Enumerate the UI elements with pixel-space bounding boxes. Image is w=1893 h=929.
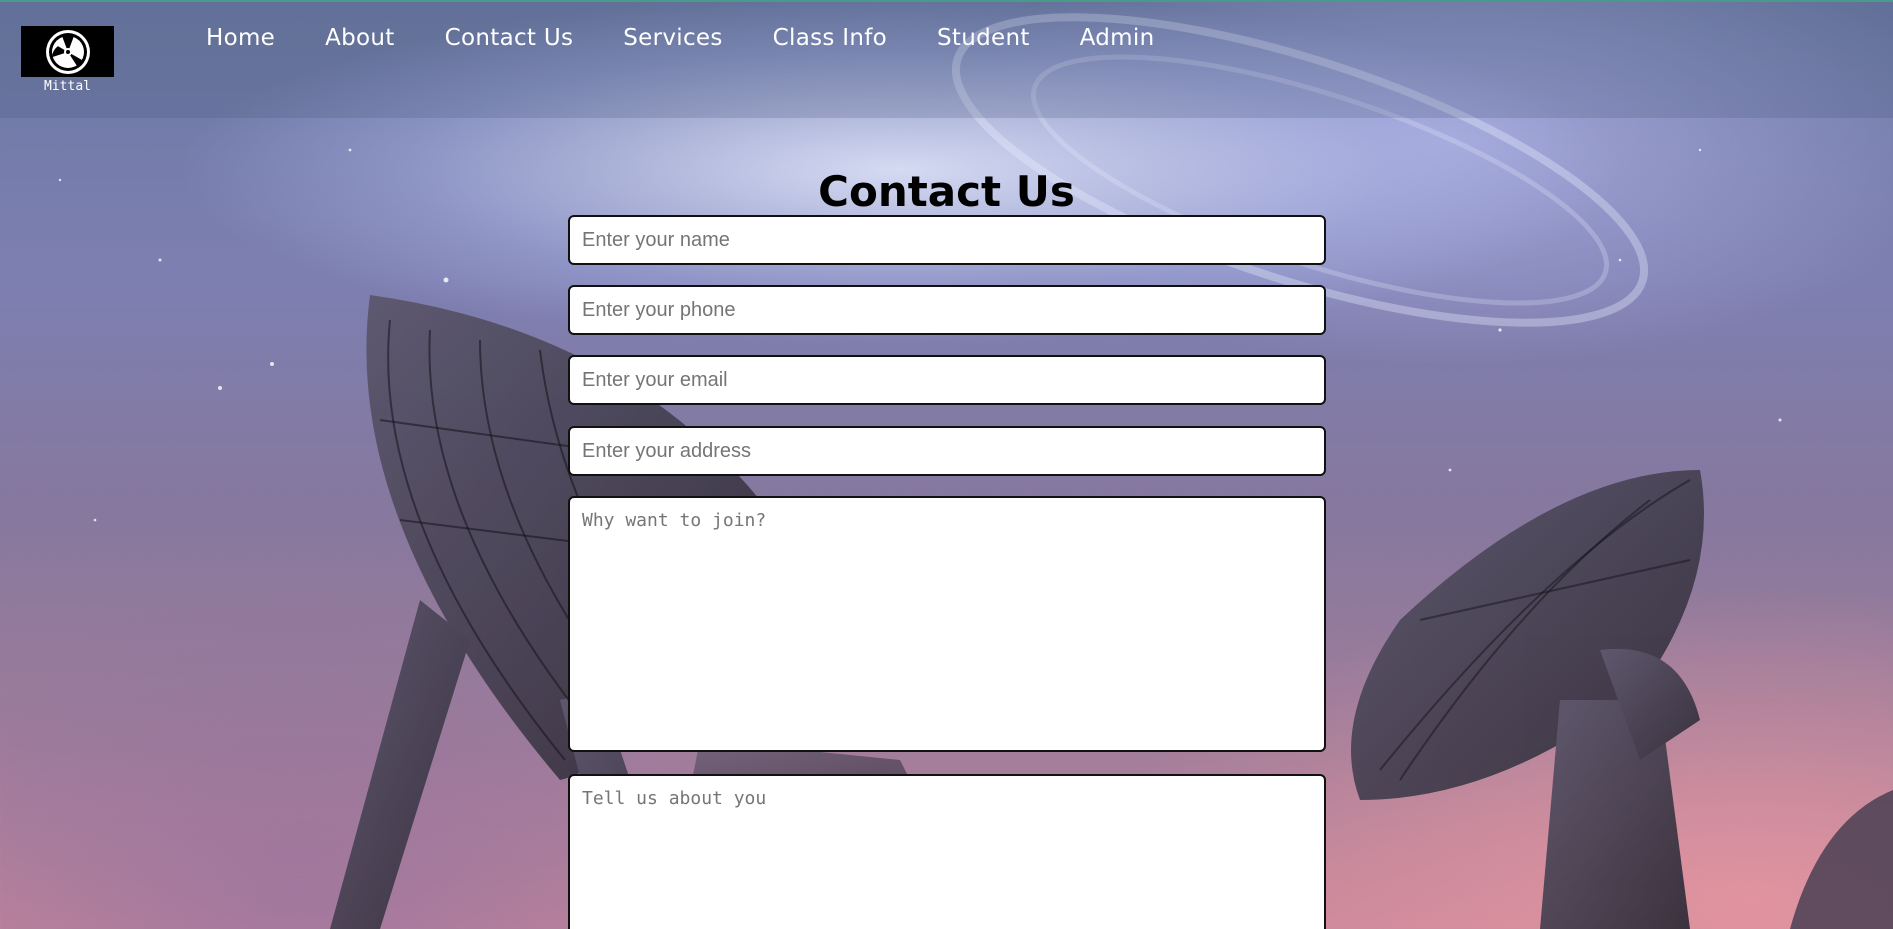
nav-class-info[interactable]: Class Info bbox=[773, 22, 887, 54]
site-logo[interactable] bbox=[21, 26, 114, 77]
address-input[interactable] bbox=[568, 426, 1326, 476]
tri-blade-logo-icon bbox=[45, 29, 90, 74]
why-join-textarea[interactable] bbox=[568, 496, 1326, 752]
nav-home[interactable]: Home bbox=[206, 22, 275, 54]
top-navbar: Mittal Home About Contact Us Services Cl… bbox=[0, 0, 1893, 118]
nav-about[interactable]: About bbox=[325, 22, 395, 54]
page-title: Contact Us bbox=[818, 167, 1075, 217]
main-nav: Home About Contact Us Services Class Inf… bbox=[206, 22, 1204, 54]
nav-contact-us[interactable]: Contact Us bbox=[445, 22, 574, 54]
nav-admin[interactable]: Admin bbox=[1080, 22, 1155, 54]
name-input[interactable] bbox=[568, 215, 1326, 265]
phone-input[interactable] bbox=[568, 285, 1326, 335]
nav-services[interactable]: Services bbox=[623, 22, 722, 54]
email-input[interactable] bbox=[568, 355, 1326, 405]
nav-student[interactable]: Student bbox=[937, 22, 1030, 54]
logo-text: Mittal bbox=[44, 79, 91, 94]
about-you-textarea[interactable] bbox=[568, 774, 1326, 929]
